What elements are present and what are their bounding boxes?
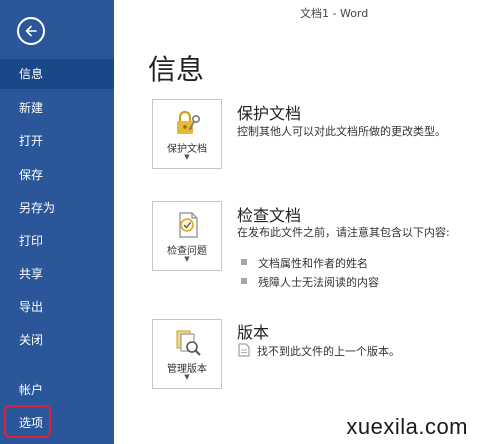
sidebar-item-save-as[interactable]: 另存为: [0, 193, 114, 223]
inspect-bullet-item: 残障人士无法阅读的内容: [258, 276, 379, 289]
sidebar-item-share[interactable]: 共享: [0, 259, 114, 289]
sidebar-item-new[interactable]: 新建: [0, 93, 114, 123]
back-arrow-icon: [25, 25, 37, 37]
inspect-issues-button[interactable]: 检查问题 ▼: [152, 201, 222, 271]
sidebar-item-export[interactable]: 导出: [0, 292, 114, 322]
bullet-marker: [241, 278, 247, 284]
protect-document-button[interactable]: 保护文档 ▼: [152, 99, 222, 169]
inspect-document-title: 检查文档: [237, 206, 302, 225]
protect-document-description: 控制其他人可以对此文档所做的更改类型。: [237, 125, 446, 138]
chevron-down-icon: ▼: [184, 373, 190, 381]
document-icon: [238, 343, 250, 357]
page-title: 信息: [148, 53, 205, 86]
inspect-bullet-item: 文档属性和作者的姓名: [258, 257, 368, 270]
sidebar-item-save[interactable]: 保存: [0, 160, 114, 190]
window-title: 文档1 - Word: [300, 7, 369, 20]
sidebar-item-options[interactable]: 选项: [0, 408, 114, 438]
back-button[interactable]: [17, 17, 45, 45]
manage-versions-button[interactable]: 管理版本 ▼: [152, 319, 222, 389]
site-watermark: xuexila.com: [346, 414, 468, 439]
lock-key-icon: [177, 110, 200, 134]
sidebar-item-open[interactable]: 打开: [0, 126, 114, 156]
sidebar-item-info[interactable]: 信息: [0, 59, 114, 89]
protect-document-title: 保护文档: [237, 104, 302, 123]
sidebar-item-account[interactable]: 帐户: [0, 375, 114, 405]
sidebar-item-print[interactable]: 打印: [0, 226, 114, 256]
versions-title: 版本: [237, 323, 270, 342]
inspect-document-description: 在发布此文件之前，请注意其包含以下内容:: [237, 226, 450, 239]
sidebar-item-close[interactable]: 关闭: [0, 325, 114, 355]
bullet-marker: [241, 259, 247, 265]
inspect-document-icon: [179, 212, 198, 238]
manage-versions-icon: [176, 330, 201, 356]
backstage-sidebar: 信息 新建 打开 保存 另存为 打印 共享 导出 关闭 帐户 选项: [0, 0, 114, 444]
chevron-down-icon: ▼: [184, 255, 190, 263]
versions-description: 找不到此文件的上一个版本。: [257, 345, 400, 358]
chevron-down-icon: ▼: [184, 153, 190, 161]
